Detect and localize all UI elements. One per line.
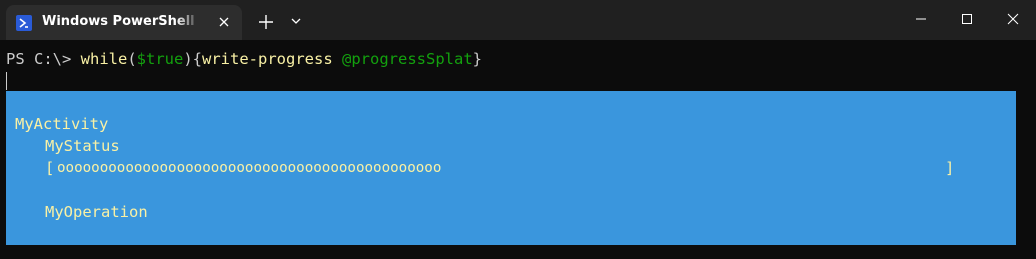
close-button[interactable] xyxy=(990,0,1036,38)
end-brace: } xyxy=(472,50,483,68)
title-bar: Windows PowerShell NoProfile xyxy=(0,0,1036,40)
progress-bar-close: ] xyxy=(945,159,955,177)
open-paren: ( xyxy=(127,50,137,68)
tab-title: Windows PowerShell NoProfile xyxy=(42,14,200,29)
text-cursor xyxy=(6,72,7,90)
close-icon xyxy=(1007,13,1019,25)
minimize-icon xyxy=(916,18,926,20)
progress-pane: MyActivity MyStatus [ oooooooooooooooooo… xyxy=(6,91,1016,245)
variable-true: $true xyxy=(136,50,184,68)
progress-operation: MyOperation xyxy=(45,203,148,221)
progress-bar-fill: oooooooooooooooooooooooooooooooooooooooo… xyxy=(57,160,442,176)
progress-activity: MyActivity xyxy=(15,115,109,133)
chevron-down-icon[interactable] xyxy=(287,12,305,30)
splat-argument: @progressSplat xyxy=(342,50,473,68)
terminal-window: Windows PowerShell NoProfile xyxy=(0,0,1036,259)
cmdlet-name: write-progress xyxy=(202,50,333,68)
minimize-button[interactable] xyxy=(898,0,944,38)
maximize-button[interactable] xyxy=(944,0,990,38)
plus-icon[interactable] xyxy=(255,11,277,33)
progress-status: MyStatus xyxy=(45,137,120,155)
command-line: PS C:\> while($true){write-progress @pro… xyxy=(6,49,482,69)
close-paren-brace: ){ xyxy=(183,50,203,68)
tab-powershell[interactable]: Windows PowerShell NoProfile xyxy=(6,5,242,40)
maximize-icon xyxy=(962,14,972,24)
keyword-while: while xyxy=(80,50,128,68)
progress-bar-open: [ xyxy=(45,159,55,177)
close-tab-icon[interactable] xyxy=(215,13,233,31)
prompt-text: PS C:\> xyxy=(6,50,81,68)
terminal-area[interactable]: PS C:\> while($true){write-progress @pro… xyxy=(0,40,1036,259)
powershell-icon xyxy=(16,15,32,31)
